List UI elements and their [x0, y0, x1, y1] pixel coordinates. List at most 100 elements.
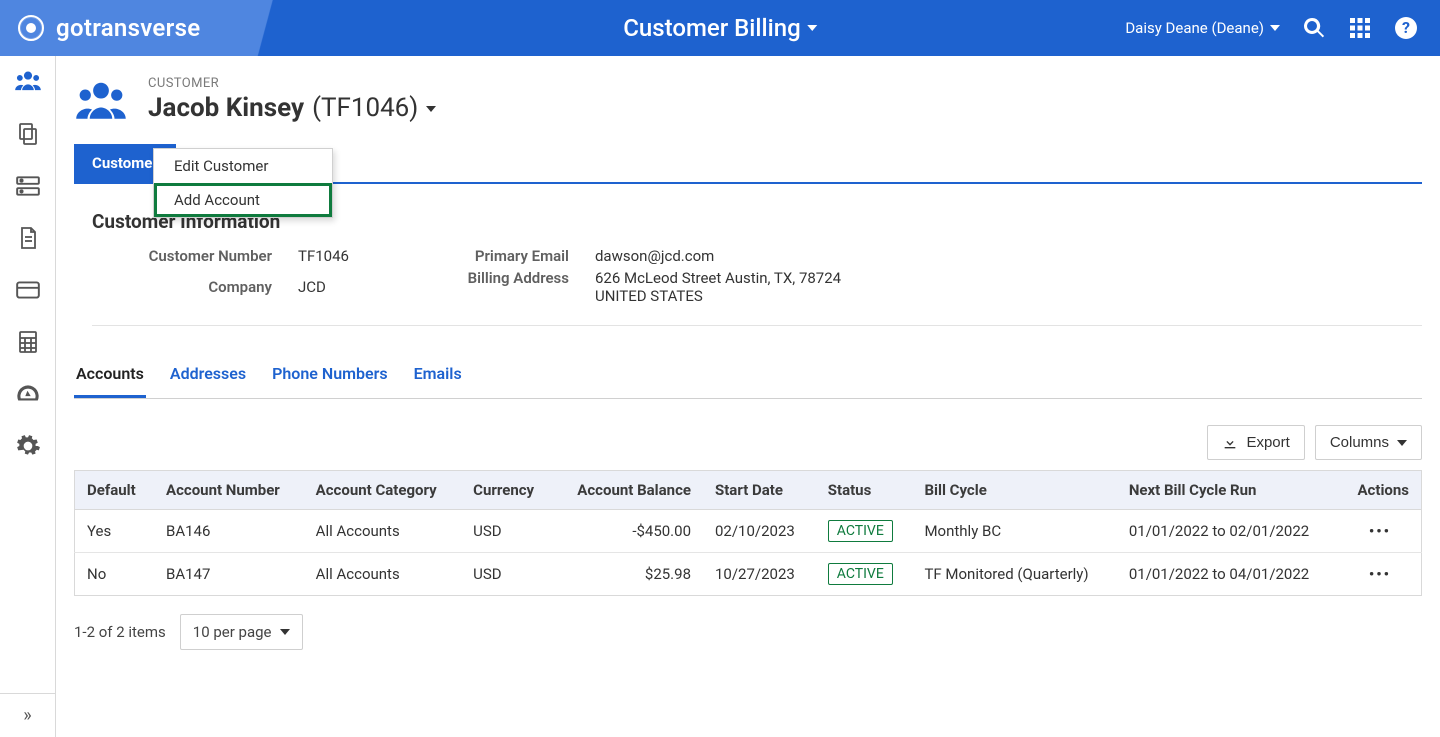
menu-add-account[interactable]: Add Account: [154, 183, 332, 217]
sidebar-expand-button[interactable]: »: [0, 693, 56, 737]
cell-next-run: 01/01/2022 to 04/01/2022: [1117, 553, 1339, 596]
customer-title-dropdown[interactable]: Jacob Kinsey (TF1046): [148, 93, 436, 123]
divider: [92, 325, 1422, 326]
cell-start-date: 02/10/2023: [703, 510, 816, 553]
cell-account-number: BA146: [154, 510, 304, 553]
columns-button[interactable]: Columns: [1315, 425, 1422, 460]
value-company: JCD: [298, 278, 349, 305]
col-status[interactable]: Status: [816, 471, 913, 510]
tab-phone-numbers[interactable]: Phone Numbers: [270, 354, 390, 398]
sidebar: »: [0, 56, 56, 737]
label-company: Company: [92, 278, 272, 305]
user-menu[interactable]: Daisy Deane (Deane): [1125, 19, 1280, 37]
document-icon[interactable]: [14, 224, 42, 252]
help-icon[interactable]: ?: [1394, 16, 1418, 40]
cell-currency: USD: [461, 510, 553, 553]
customer-id: (TF1046): [312, 93, 418, 123]
header-right: Daisy Deane (Deane) ?: [1125, 16, 1440, 40]
table-row[interactable]: YesBA146All AccountsUSD-$450.0002/10/202…: [75, 510, 1422, 553]
storage-icon[interactable]: [14, 172, 42, 200]
module-title: Customer Billing: [623, 14, 801, 42]
pagination-summary: 1-2 of 2 items: [74, 623, 166, 641]
value-billing-address: 626 McLeod Street Austin, TX, 78724 UNIT…: [595, 269, 855, 305]
search-icon[interactable]: [1302, 16, 1326, 40]
customer-eyebrow: CUSTOMER: [148, 76, 436, 91]
col-bill-cycle[interactable]: Bill Cycle: [912, 471, 1116, 510]
label-primary-email: Primary Email: [409, 247, 569, 265]
customers-icon[interactable]: [14, 68, 42, 96]
cell-default: Yes: [75, 510, 155, 553]
customer-actions-dropdown: Edit Customer Add Account: [153, 148, 333, 218]
credit-card-icon[interactable]: [14, 276, 42, 304]
brand[interactable]: gotransverse: [0, 0, 200, 56]
label-customer-number: Customer Number: [92, 247, 272, 274]
page-size-label: 10 per page: [193, 623, 272, 641]
cell-default: No: [75, 553, 155, 596]
user-label: Daisy Deane (Deane): [1125, 19, 1264, 37]
module-title-dropdown[interactable]: Customer Billing: [623, 14, 817, 42]
brand-logo-icon: [18, 15, 44, 41]
expand-chevron-icon: »: [23, 705, 31, 726]
svg-text:?: ?: [1402, 18, 1410, 37]
row-actions-button[interactable]: •••: [1369, 565, 1391, 583]
cell-account-balance: $25.98: [553, 553, 703, 596]
caret-down-icon: [807, 25, 817, 31]
cell-account-number: BA147: [154, 553, 304, 596]
download-icon: [1222, 435, 1238, 451]
pagination: 1-2 of 2 items 10 per page: [74, 614, 1422, 650]
columns-label: Columns: [1330, 434, 1389, 451]
col-currency[interactable]: Currency: [461, 471, 553, 510]
status-badge: ACTIVE: [828, 520, 893, 542]
copy-icon[interactable]: [14, 120, 42, 148]
table-toolbar: Export Columns: [74, 425, 1422, 460]
tab-emails[interactable]: Emails: [412, 354, 464, 398]
cell-actions: •••: [1339, 510, 1422, 553]
calculator-icon[interactable]: [14, 328, 42, 356]
app-header: gotransverse Customer Billing Daisy Dean…: [0, 0, 1440, 56]
cell-start-date: 10/27/2023: [703, 553, 816, 596]
customers-large-icon: [74, 76, 128, 130]
col-account-category[interactable]: Account Category: [304, 471, 462, 510]
subtabs: Accounts Addresses Phone Numbers Emails: [74, 354, 1422, 399]
customer-header: CUSTOMER Jacob Kinsey (TF1046): [74, 76, 1422, 130]
cell-account-category: All Accounts: [304, 510, 462, 553]
caret-down-icon: [280, 629, 290, 635]
caret-down-icon: [1397, 440, 1407, 446]
col-actions: Actions: [1339, 471, 1422, 510]
cell-status: ACTIVE: [816, 510, 913, 553]
cell-bill-cycle: Monthly BC: [912, 510, 1116, 553]
col-account-number[interactable]: Account Number: [154, 471, 304, 510]
gear-icon[interactable]: [14, 432, 42, 460]
brand-name: gotransverse: [56, 14, 200, 42]
row-actions-button[interactable]: •••: [1369, 522, 1391, 540]
col-start-date[interactable]: Start Date: [703, 471, 816, 510]
accounts-table: Default Account Number Account Category …: [74, 470, 1422, 596]
cell-next-run: 01/01/2022 to 02/01/2022: [1117, 510, 1339, 553]
value-customer-number: TF1046: [298, 247, 349, 274]
cell-bill-cycle: TF Monitored (Quarterly): [912, 553, 1116, 596]
label-billing-address: Billing Address: [409, 269, 569, 305]
customer-name: Jacob Kinsey: [148, 93, 304, 123]
value-primary-email: dawson@jcd.com: [595, 247, 855, 265]
menu-edit-customer[interactable]: Edit Customer: [154, 149, 332, 183]
cell-account-balance: -$450.00: [553, 510, 703, 553]
cell-status: ACTIVE: [816, 553, 913, 596]
table-header-row: Default Account Number Account Category …: [75, 471, 1422, 510]
col-default[interactable]: Default: [75, 471, 155, 510]
export-button[interactable]: Export: [1207, 425, 1304, 460]
tab-addresses[interactable]: Addresses: [168, 354, 248, 398]
export-label: Export: [1246, 434, 1289, 451]
page-size-dropdown[interactable]: 10 per page: [180, 614, 303, 650]
col-account-balance[interactable]: Account Balance: [553, 471, 703, 510]
cell-currency: USD: [461, 553, 553, 596]
tab-accounts[interactable]: Accounts: [74, 354, 146, 398]
dashboard-gauge-icon[interactable]: [14, 380, 42, 408]
col-next-run[interactable]: Next Bill Cycle Run: [1117, 471, 1339, 510]
cell-actions: •••: [1339, 553, 1422, 596]
caret-down-icon: [426, 93, 436, 123]
cell-account-category: All Accounts: [304, 553, 462, 596]
status-badge: ACTIVE: [828, 563, 893, 585]
table-row[interactable]: NoBA147All AccountsUSD$25.9810/27/2023 AC…: [75, 553, 1422, 596]
caret-down-icon: [1270, 25, 1280, 31]
apps-grid-icon[interactable]: [1348, 16, 1372, 40]
